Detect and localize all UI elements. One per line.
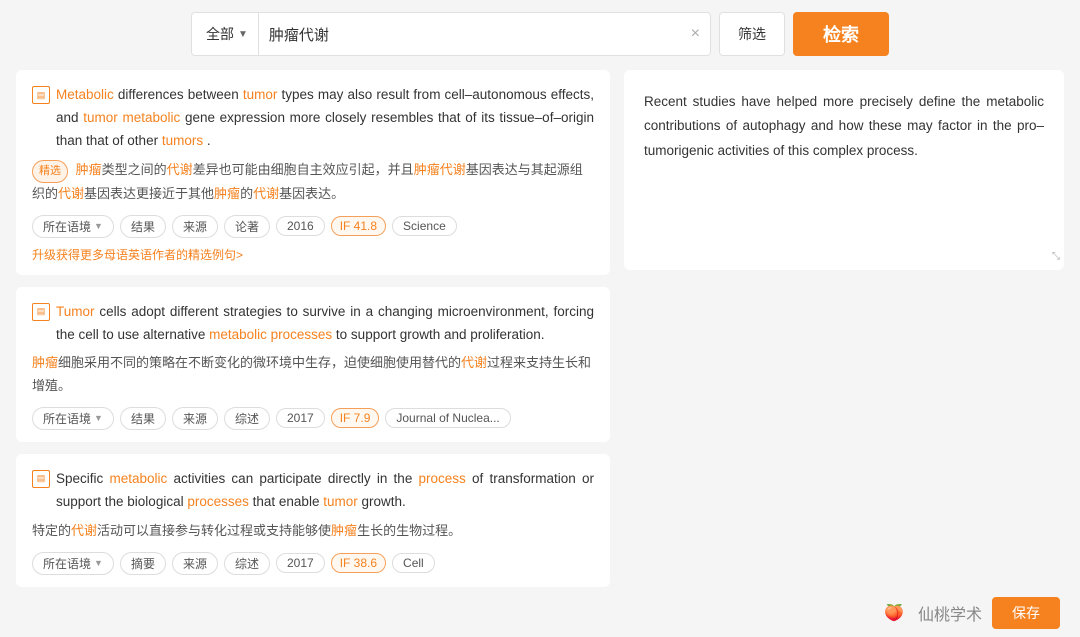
card-header: ▤ Metabolic differences between tumor ty…: [32, 84, 594, 153]
en-word: tumor: [83, 110, 118, 125]
search-bar-container: 全部 ▼ × 筛选 检索: [0, 0, 1080, 70]
filter-button[interactable]: 筛选: [719, 12, 785, 56]
tag-journal-2[interactable]: Journal of Nuclea...: [385, 408, 510, 428]
en-word: processes: [187, 494, 249, 509]
results-panel: ▤ Metabolic differences between tumor ty…: [16, 70, 610, 599]
card-icon: ▤: [32, 86, 50, 104]
tag-type[interactable]: 论著: [224, 215, 270, 238]
bottom-bar: 🍑 仙桃学术 保存: [0, 589, 1080, 637]
brand-icon: 🍑: [878, 597, 910, 629]
right-panel: Recent studies have helped more precisel…: [624, 70, 1064, 599]
result-card-2: ▤ Tumor cells adopt different strategies…: [16, 287, 610, 442]
tag-source[interactable]: 来源: [172, 215, 218, 238]
card-icon-3: ▤: [32, 470, 50, 488]
brand-name: 仙桃学术: [918, 601, 982, 625]
en-word: metabolic processes: [209, 327, 332, 342]
tag-context-3[interactable]: 所在语境 ▼: [32, 552, 114, 575]
result-en-2: Tumor cells adopt different strategies t…: [56, 301, 594, 347]
en-word: tumors: [162, 133, 203, 148]
zh-word: 肿瘤: [214, 186, 240, 201]
zh-word: 代谢: [167, 162, 193, 177]
en-text: activities can participate directly in t…: [173, 471, 418, 486]
tag-source-3[interactable]: 来源: [172, 552, 218, 575]
en-text: to support growth and proliferation.: [336, 327, 545, 342]
en-text: growth.: [361, 494, 405, 509]
en-word: process: [419, 471, 466, 486]
tag-context-2[interactable]: 所在语境 ▼: [32, 407, 114, 430]
en-text: .: [207, 133, 211, 148]
clear-icon[interactable]: ×: [681, 25, 710, 43]
tag-journal-3[interactable]: Cell: [392, 553, 435, 573]
chevron-icon: ▼: [94, 413, 103, 423]
zh-word: 肿瘤: [76, 162, 102, 177]
tag-year[interactable]: 2016: [276, 216, 325, 236]
tag-row-1: 所在语境 ▼ 结果 来源 论著 2016 IF 41.8 Science: [32, 215, 594, 238]
card-icon-2: ▤: [32, 303, 50, 321]
en-word: metabolic: [122, 110, 180, 125]
tag-row-2: 所在语境 ▼ 结果 来源 综述 2017 IF 7.9 Journal of N…: [32, 407, 594, 430]
en-word: Tumor: [56, 304, 95, 319]
tag-context[interactable]: 所在语境 ▼: [32, 215, 114, 238]
brand-logo: 🍑 仙桃学术: [878, 597, 982, 629]
en-word: Metabolic: [56, 87, 114, 102]
tag-result[interactable]: 结果: [120, 215, 166, 238]
preview-card: Recent studies have helped more precisel…: [624, 70, 1064, 270]
zh-word: 肿瘤: [331, 523, 357, 538]
save-button[interactable]: 保存: [992, 597, 1060, 629]
zh-word: 肿瘤代谢: [414, 162, 466, 177]
zh-word: 肿瘤: [32, 355, 58, 370]
tag-year-2[interactable]: 2017: [276, 408, 325, 428]
if-badge: IF 41.8: [331, 216, 386, 236]
result-zh-3: 特定的代谢活动可以直接参与转化过程或支持能够使肿瘤生长的生物过程。: [32, 520, 594, 542]
zh-word: 代谢: [253, 186, 279, 201]
en-word: metabolic: [109, 471, 167, 486]
card-header-3: ▤ Specific metabolic activities can part…: [32, 468, 594, 514]
resize-handle[interactable]: ⤡: [1052, 248, 1060, 266]
tag-row-3: 所在语境 ▼ 摘要 来源 综述 2017 IF 38.6 Cell: [32, 552, 594, 575]
result-card-3: ▤ Specific metabolic activities can part…: [16, 454, 610, 587]
zh-word: 代谢: [58, 186, 84, 201]
if-badge-3: IF 38.6: [331, 553, 386, 573]
en-text: that enable: [253, 494, 324, 509]
en-text: differences between: [118, 87, 243, 102]
search-box: 全部 ▼ ×: [191, 12, 711, 56]
tag-source-2[interactable]: 来源: [172, 407, 218, 430]
zh-word: 代谢: [461, 355, 487, 370]
tag-journal[interactable]: Science: [392, 216, 457, 236]
chevron-icon: ▼: [94, 558, 103, 568]
if-badge-2: IF 7.9: [331, 408, 380, 428]
tag-abstract[interactable]: 摘要: [120, 552, 166, 575]
result-card: ▤ Metabolic differences between tumor ty…: [16, 70, 610, 275]
search-select[interactable]: 全部 ▼: [192, 13, 259, 55]
result-zh-1: 精选 肿瘤类型之间的代谢差异也可能由细胞自主效应引起，并且肿瘤代谢基因表达与其起…: [32, 159, 594, 205]
chevron-icon: ▼: [94, 221, 103, 231]
search-button[interactable]: 检索: [793, 12, 889, 56]
main-layout: ▤ Metabolic differences between tumor ty…: [0, 70, 1080, 599]
tag-result-2[interactable]: 结果: [120, 407, 166, 430]
jingxuan-badge: 精选: [32, 160, 68, 183]
search-input[interactable]: [259, 26, 681, 43]
preview-text: Recent studies have helped more precisel…: [644, 90, 1044, 163]
result-en-3: Specific metabolic activities can partic…: [56, 468, 594, 514]
en-word: tumor: [243, 87, 278, 102]
tag-type-2[interactable]: 综述: [224, 407, 270, 430]
en-text: Specific: [56, 471, 109, 486]
chevron-down-icon: ▼: [238, 29, 248, 40]
zh-text: 肿瘤类型之间的代谢差异也可能由细胞自主效应引起，并且肿瘤代谢基因表达与其起源组织…: [32, 162, 583, 201]
result-zh-2: 肿瘤细胞采用不同的策略在不断变化的微环境中生存，迫使细胞使用替代的代谢过程来支持…: [32, 352, 594, 396]
tag-year-3[interactable]: 2017: [276, 553, 325, 573]
card-header-2: ▤ Tumor cells adopt different strategies…: [32, 301, 594, 347]
zh-word: 代谢: [71, 523, 97, 538]
tag-type-3[interactable]: 综述: [224, 552, 270, 575]
select-label: 全部: [206, 24, 234, 44]
result-en-1: Metabolic differences between tumor type…: [56, 84, 594, 153]
en-word: tumor: [323, 494, 358, 509]
upgrade-link[interactable]: 升级获得更多母语英语作者的精选例句>: [32, 246, 594, 263]
